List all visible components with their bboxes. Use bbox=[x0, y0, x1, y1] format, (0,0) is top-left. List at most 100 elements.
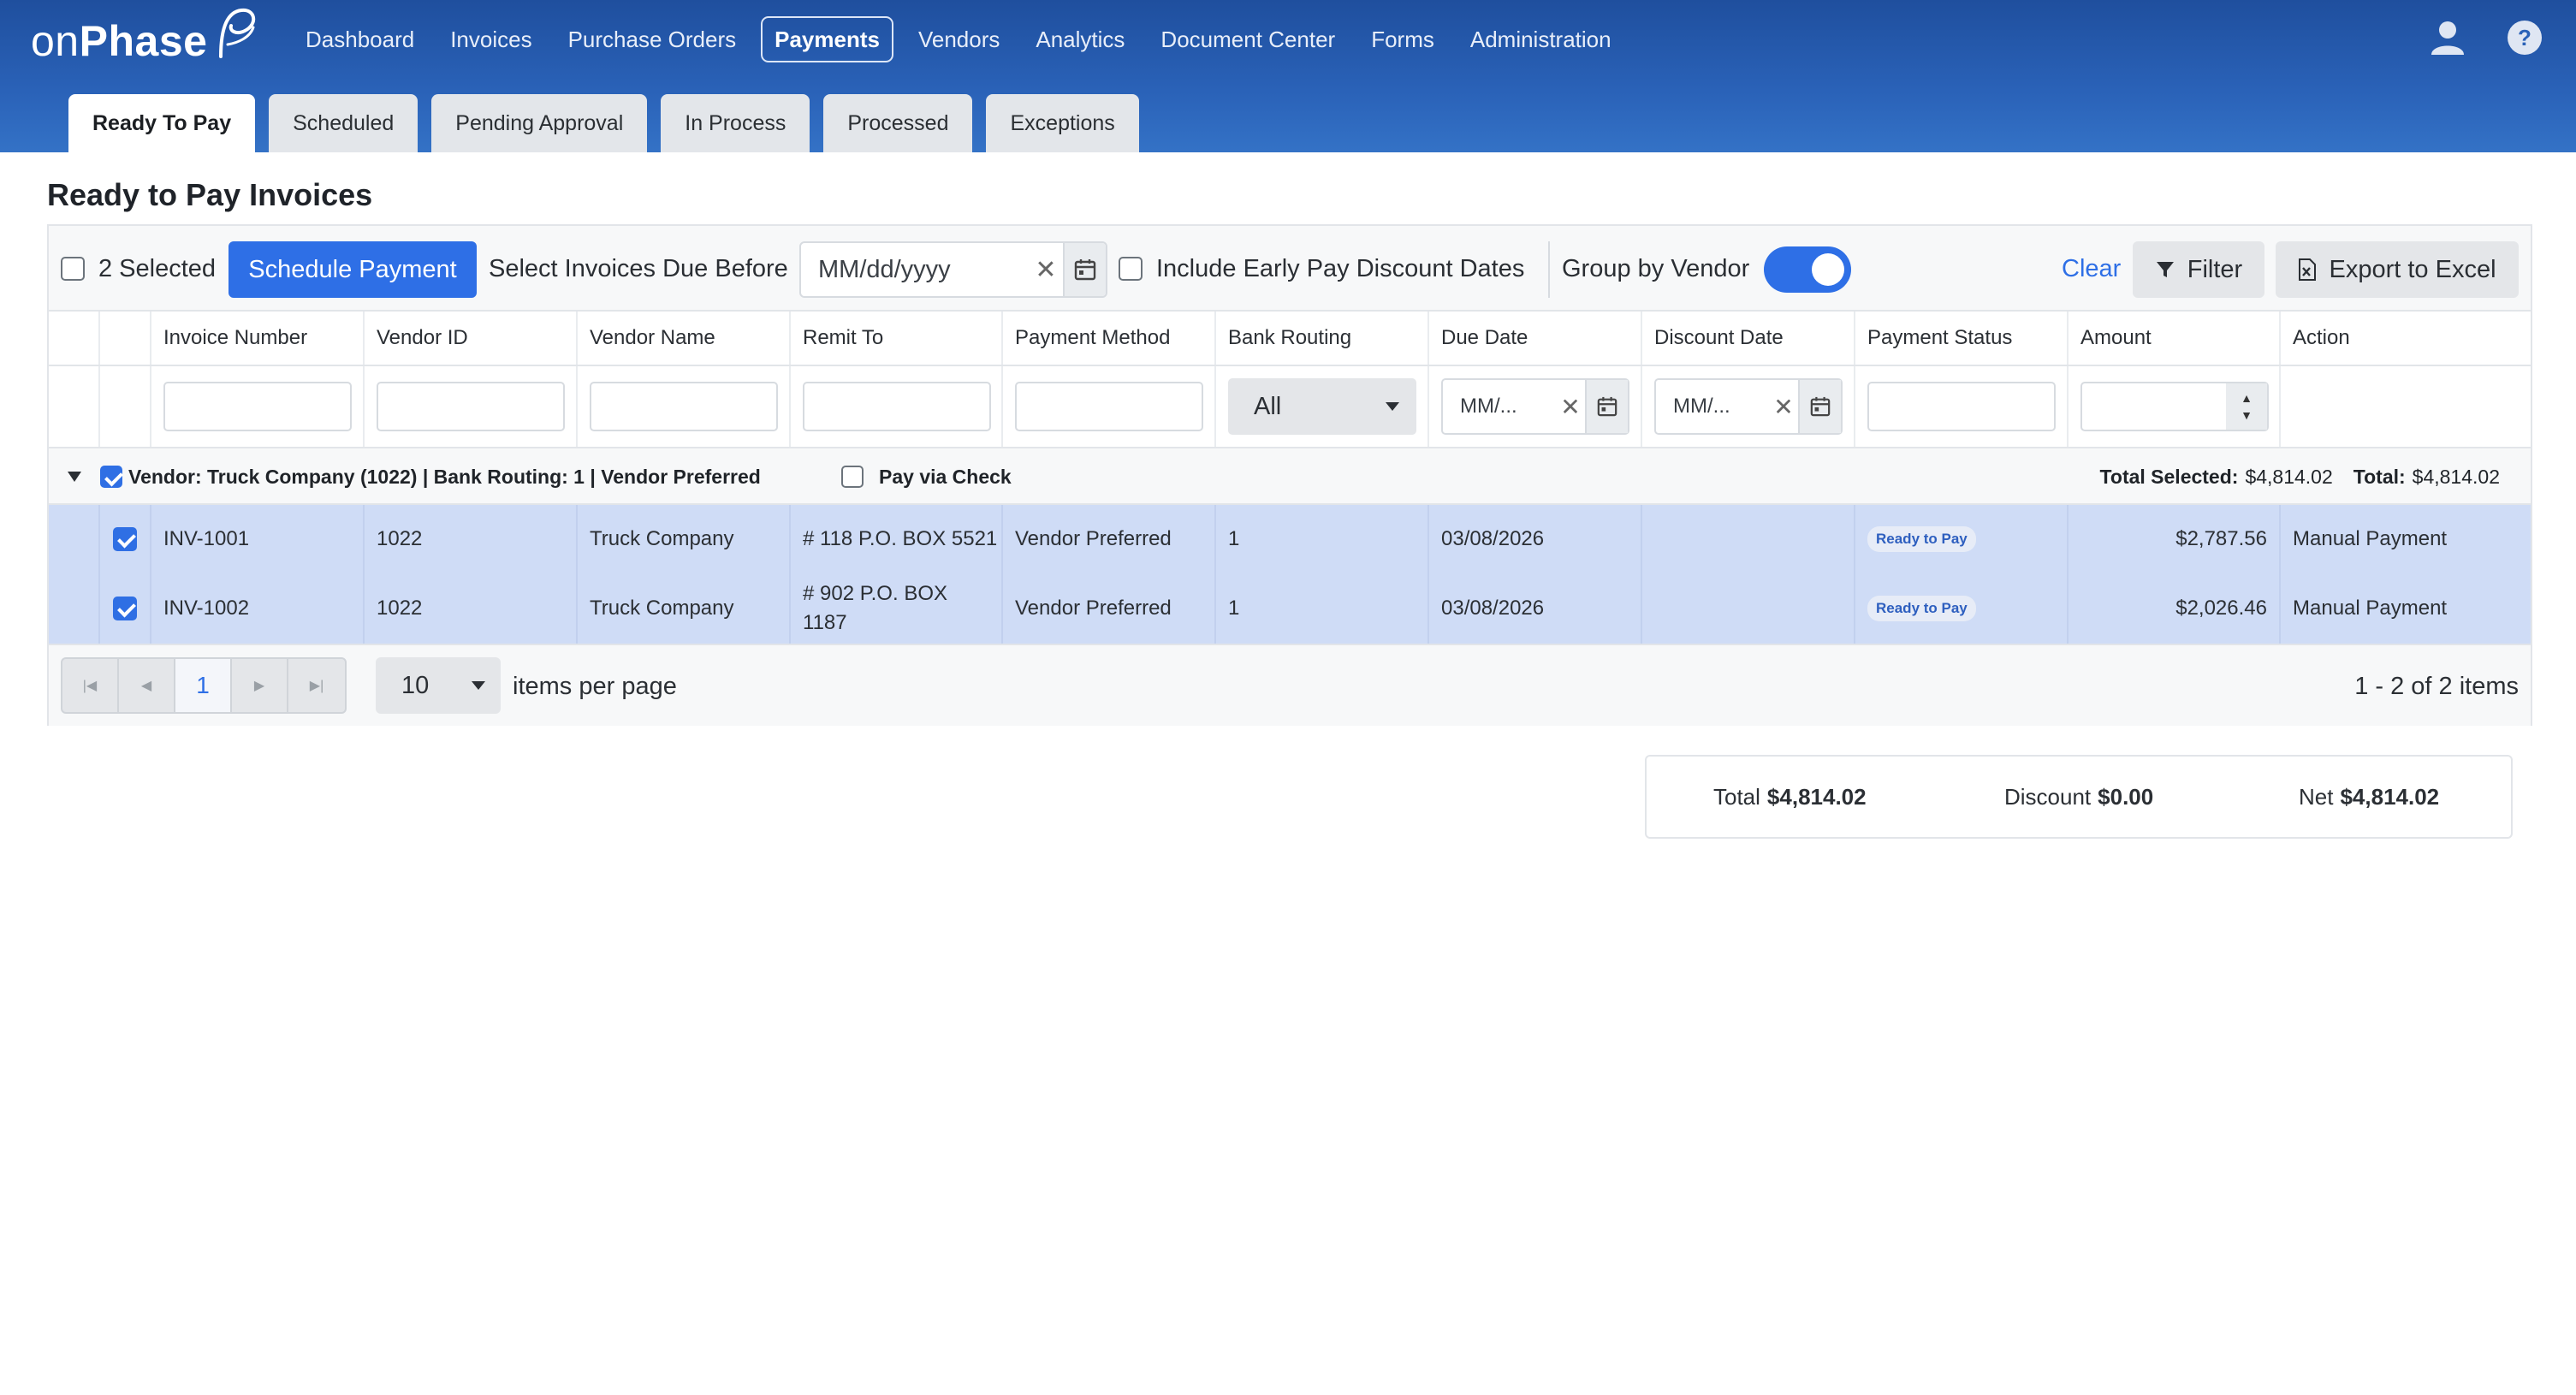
bank-routing-cell: 1 bbox=[1216, 573, 1429, 644]
logo-text-light: on bbox=[31, 17, 80, 65]
tab-pending-approval[interactable]: Pending Approval bbox=[431, 94, 648, 152]
summary-discount-value: $0.00 bbox=[2098, 783, 2154, 810]
bank-routing-filter[interactable]: All bbox=[1228, 378, 1416, 435]
summary-total: Total $4,814.02 bbox=[1713, 757, 1867, 837]
stepper-down-icon[interactable]: ▼ bbox=[2241, 407, 2253, 424]
vendor-name-filter[interactable] bbox=[590, 382, 778, 431]
manual-payment-link[interactable]: Manual Payment bbox=[2281, 573, 2531, 644]
calendar-icon[interactable] bbox=[1063, 243, 1106, 296]
due-date-calendar-icon[interactable] bbox=[1585, 380, 1628, 433]
summary-total-value: $4,814.02 bbox=[1766, 783, 1867, 810]
header-vendor-name[interactable]: Vendor Name bbox=[578, 312, 791, 365]
schedule-payment-button[interactable]: Schedule Payment bbox=[229, 241, 477, 298]
nav-document-center[interactable]: Document Center bbox=[1143, 16, 1353, 62]
clear-link[interactable]: Clear bbox=[2062, 226, 2121, 312]
tab-processed[interactable]: Processed bbox=[823, 94, 973, 152]
user-icon[interactable] bbox=[2429, 19, 2466, 56]
top-header: onPhase Dashboard Invoices Purchase Orde… bbox=[0, 0, 2576, 152]
payment-status-filter[interactable] bbox=[1867, 382, 2056, 431]
clear-due-date-icon[interactable]: ✕ bbox=[1556, 393, 1585, 421]
selected-count: 2 Selected bbox=[98, 254, 217, 282]
invoice-number-filter[interactable] bbox=[163, 382, 352, 431]
discount-date-calendar-icon[interactable] bbox=[1798, 380, 1841, 433]
nav-payments[interactable]: Payments bbox=[761, 16, 893, 62]
early-pay-checkbox[interactable] bbox=[1119, 257, 1143, 281]
clear-discount-date-icon[interactable]: ✕ bbox=[1769, 393, 1798, 421]
invoices-grid: 2 Selected Schedule Payment Select Invoi… bbox=[47, 224, 2532, 726]
header-remit-to[interactable]: Remit To bbox=[791, 312, 1003, 365]
totals-summary: Total $4,814.02 Discount $0.00 Net $4,81… bbox=[1645, 755, 2513, 839]
table-header-row: Invoice Number Vendor ID Vendor Name Rem… bbox=[49, 312, 2531, 366]
first-page-icon[interactable]: |◀ bbox=[62, 659, 119, 712]
nav-analytics[interactable]: Analytics bbox=[1018, 16, 1143, 62]
stepper-up-icon[interactable]: ▲ bbox=[2241, 389, 2253, 407]
remit-to-cell: # 902 P.O. BOX 1187 bbox=[791, 573, 1003, 644]
nav-purchase-orders[interactable]: Purchase Orders bbox=[550, 16, 755, 62]
header-vendor-id[interactable]: Vendor ID bbox=[365, 312, 578, 365]
row-indent bbox=[49, 505, 100, 573]
due-date-cell: 03/08/2026 bbox=[1429, 573, 1642, 644]
filter-label: Filter bbox=[2187, 255, 2243, 283]
bank-routing-filter-value: All bbox=[1254, 392, 1282, 420]
svg-text:?: ? bbox=[2518, 25, 2531, 50]
discount-date-filter[interactable]: MM/... ✕ bbox=[1654, 378, 1843, 435]
tab-in-process[interactable]: In Process bbox=[661, 94, 810, 152]
pay-via-check-checkbox[interactable] bbox=[841, 466, 864, 488]
header-invoice-number[interactable]: Invoice Number bbox=[151, 312, 365, 365]
pager-bar: |◀ ◀ 1 ▶ ▶| 10 items per page 1 - 2 of 2… bbox=[49, 644, 2531, 726]
filter-icon bbox=[2156, 262, 2174, 277]
group-select-checkbox[interactable] bbox=[100, 466, 122, 488]
clear-date-icon[interactable]: ✕ bbox=[1029, 255, 1063, 285]
last-page-icon[interactable]: ▶| bbox=[288, 659, 345, 712]
remit-to-cell: # 118 P.O. BOX 5521 bbox=[791, 505, 1003, 573]
next-page-icon[interactable]: ▶ bbox=[232, 659, 288, 712]
prev-page-icon[interactable]: ◀ bbox=[119, 659, 175, 712]
filter-cell-status bbox=[1855, 366, 2069, 447]
nav-invoices[interactable]: Invoices bbox=[432, 16, 549, 62]
amount-filter[interactable]: ▲ ▼ bbox=[2080, 382, 2269, 431]
header-payment-status[interactable]: Payment Status bbox=[1855, 312, 2069, 365]
header-bank-routing[interactable]: Bank Routing bbox=[1216, 312, 1429, 365]
summary-net-value: $4,814.02 bbox=[2340, 783, 2440, 810]
header-payment-method[interactable]: Payment Method bbox=[1003, 312, 1216, 365]
filter-button[interactable]: Filter bbox=[2133, 241, 2264, 298]
tab-exceptions[interactable]: Exceptions bbox=[986, 94, 1139, 152]
nav-vendors[interactable]: Vendors bbox=[900, 16, 1018, 62]
select-all-checkbox[interactable] bbox=[61, 257, 85, 281]
status-badge: Ready to Pay bbox=[1867, 526, 1976, 552]
header-discount-date[interactable]: Discount Date bbox=[1642, 312, 1855, 365]
table-row[interactable]: INV-1001 1022 Truck Company # 118 P.O. B… bbox=[49, 505, 2531, 573]
nav-dashboard[interactable]: Dashboard bbox=[288, 16, 432, 62]
amount-cell: $2,787.56 bbox=[2069, 505, 2281, 573]
header-due-date[interactable]: Due Date bbox=[1429, 312, 1642, 365]
header-amount[interactable]: Amount bbox=[2069, 312, 2281, 365]
due-before-date-input[interactable]: MM/dd/yyyy ✕ bbox=[799, 241, 1107, 298]
dropdown-arrow-icon bbox=[472, 681, 485, 690]
filter-cell-vendor-name bbox=[578, 366, 791, 447]
remit-to-filter[interactable] bbox=[803, 382, 991, 431]
export-excel-button[interactable]: Export to Excel bbox=[2276, 241, 2519, 298]
onphase-logo[interactable]: onPhase bbox=[31, 7, 260, 75]
row-select-checkbox[interactable] bbox=[113, 527, 137, 551]
page-size-value: 10 bbox=[401, 671, 430, 699]
due-date-cell: 03/08/2026 bbox=[1429, 505, 1642, 573]
vendor-id-filter[interactable] bbox=[377, 382, 565, 431]
page-size-select[interactable]: 10 bbox=[376, 657, 501, 714]
tab-ready-to-pay[interactable]: Ready To Pay bbox=[68, 94, 256, 152]
amount-stepper[interactable]: ▲ ▼ bbox=[2226, 383, 2267, 430]
group-by-vendor-toggle[interactable] bbox=[1764, 246, 1851, 293]
filter-cell-bank-routing: All bbox=[1216, 366, 1429, 447]
table-row[interactable]: INV-1002 1022 Truck Company # 902 P.O. B… bbox=[49, 573, 2531, 644]
payment-method-filter[interactable] bbox=[1015, 382, 1203, 431]
manual-payment-link[interactable]: Manual Payment bbox=[2281, 505, 2531, 573]
export-label: Export to Excel bbox=[2329, 255, 2496, 283]
due-date-filter[interactable]: MM/... ✕ bbox=[1441, 378, 1629, 435]
row-select-checkbox[interactable] bbox=[113, 597, 137, 620]
nav-forms[interactable]: Forms bbox=[1353, 16, 1452, 62]
nav-administration[interactable]: Administration bbox=[1452, 16, 1629, 62]
help-icon[interactable]: ? bbox=[2506, 19, 2543, 56]
collapse-group-icon[interactable] bbox=[68, 448, 81, 505]
current-page-button[interactable]: 1 bbox=[175, 659, 232, 712]
tab-scheduled[interactable]: Scheduled bbox=[269, 94, 418, 152]
logo-swirl-icon bbox=[219, 8, 256, 58]
